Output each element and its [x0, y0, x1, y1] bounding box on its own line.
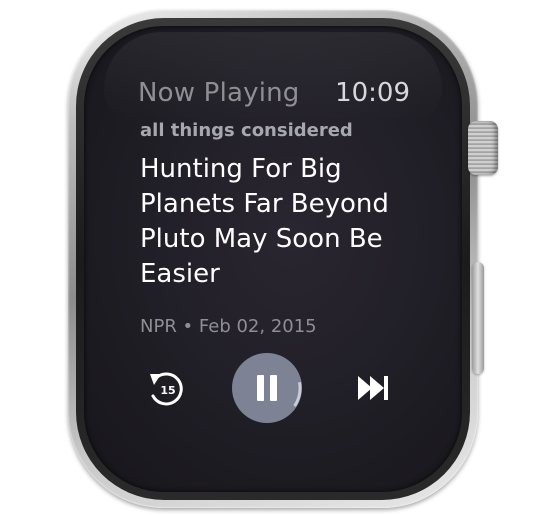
pause-button-background: [232, 353, 302, 423]
side-button[interactable]: [472, 262, 484, 374]
skip-back-15-icon: 15: [150, 372, 183, 406]
pause-button[interactable]: [231, 352, 303, 424]
watch-stage: Now Playing 10:09 all things considered …: [0, 0, 556, 516]
episode-title: Hunting For Big Planets Far Beyond Pluto…: [140, 154, 389, 289]
skip-back-seconds: 15: [160, 384, 175, 397]
episode-meta: NPR • Feb 02, 2015: [140, 316, 317, 337]
playback-controls: 15: [140, 352, 402, 424]
clock-time: 10:09: [335, 78, 410, 108]
app-title: Now Playing: [138, 78, 300, 108]
program-name: all things considered: [140, 120, 353, 141]
next-track-icon: [358, 376, 388, 400]
skip-back-button[interactable]: 15: [146, 370, 190, 410]
pause-button-graphic: [232, 353, 302, 423]
status-header: Now Playing 10:09: [138, 78, 410, 112]
digital-crown[interactable]: [468, 121, 498, 175]
next-track-button[interactable]: [354, 372, 394, 404]
